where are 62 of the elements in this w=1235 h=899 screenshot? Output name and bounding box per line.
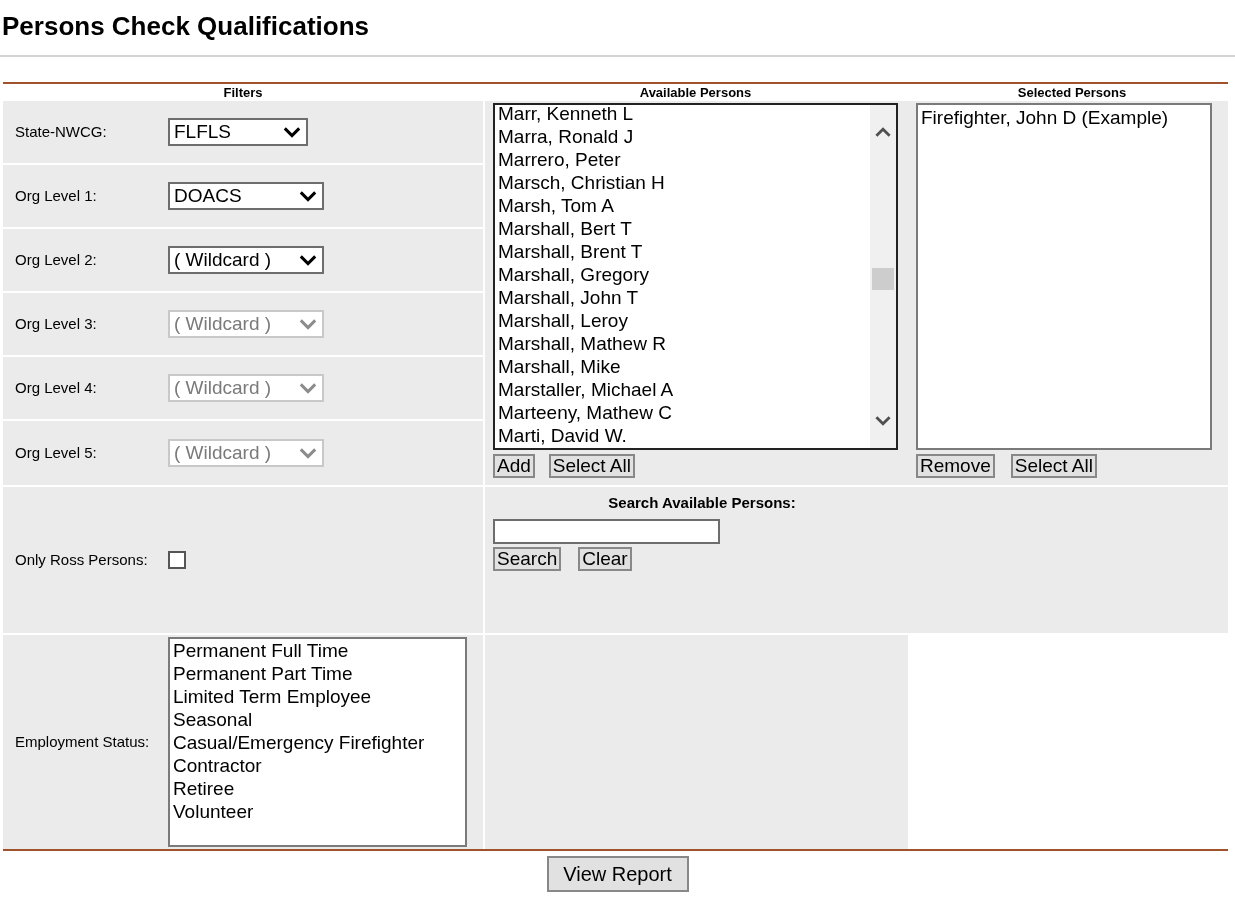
list-item[interactable]: Permanent Part Time — [173, 662, 465, 685]
list-item[interactable]: Marshall, Gregory — [498, 263, 870, 286]
list-item[interactable]: Marteeny, Mathew C — [498, 401, 870, 424]
list-item[interactable]: Marra, Ronald J — [498, 125, 870, 148]
list-item[interactable]: Contractor — [173, 754, 465, 777]
list-item[interactable]: Marstaller, Michael A — [498, 378, 870, 401]
listbox-label: Employment Status: — [14, 731, 151, 752]
chevron-down-icon — [282, 126, 302, 138]
list-item[interactable]: Marshall, Leroy — [498, 309, 870, 332]
view-report-button[interactable]: View Report — [546, 856, 689, 892]
selected-persons-listbox[interactable]: Firefighter, John D (Example) — [916, 103, 1212, 450]
page-title: Persons Check Qualifications — [1, 10, 370, 43]
list-item[interactable]: Marsch, Christian H — [498, 171, 870, 194]
list-item[interactable]: Marshall, Brent T — [498, 240, 870, 263]
list-item[interactable]: Marshall, Bert T — [498, 217, 870, 240]
list-item[interactable]: Marshall, Mathew R — [498, 332, 870, 355]
search-label: Search Available Persons: — [608, 494, 796, 511]
filter-label: Org Level 3: — [14, 313, 98, 334]
checkbox-label: Only Ross Persons: — [14, 549, 149, 570]
list-item[interactable]: Permanent Full Time — [173, 639, 465, 662]
list-item[interactable]: Marshall, Mike — [498, 355, 870, 378]
list-item[interactable]: Firefighter, John D (Example) — [921, 106, 1210, 129]
dropdown[interactable]: FLFLS — [168, 118, 308, 146]
chevron-down-icon — [298, 318, 318, 330]
chevron-down-icon — [874, 415, 892, 426]
dropdown[interactable]: ( Wildcard ) — [168, 246, 324, 274]
list-item[interactable]: Marsh, Tom A — [498, 194, 870, 217]
list-item[interactable]: Marr, Kenneth L — [498, 105, 870, 125]
column-heading: Selected Persons — [1017, 85, 1127, 100]
list-item[interactable]: Casual/Emergency Firefighter — [173, 731, 465, 754]
filter-label: Org Level 5: — [14, 442, 98, 463]
list-item[interactable]: Marti, David W. — [498, 424, 870, 447]
list-item[interactable]: Volunteer — [173, 800, 465, 823]
list-item[interactable]: Seasonal — [173, 708, 465, 731]
dropdown[interactable]: DOACS — [168, 182, 324, 210]
search-field[interactable] — [493, 519, 720, 544]
list-item[interactable]: Marrero, Peter — [498, 148, 870, 171]
list-button[interactable]: Clear — [578, 547, 632, 571]
chevron-down-icon — [298, 254, 318, 266]
chevron-down-icon — [298, 190, 318, 202]
scrollbar-thumb[interactable] — [872, 268, 894, 290]
list-button[interactable]: Select All — [548, 454, 635, 478]
list-button[interactable]: Select All — [1010, 454, 1097, 478]
scrollbar[interactable] — [870, 105, 896, 448]
chevron-down-icon — [298, 447, 318, 459]
list-button[interactable]: Remove — [916, 454, 995, 478]
chevron-up-icon — [874, 127, 892, 138]
filter-label: Org Level 2: — [14, 249, 98, 270]
filter-label: Org Level 1: — [14, 185, 98, 206]
checkbox[interactable] — [168, 551, 186, 569]
list-button[interactable]: Search — [493, 547, 562, 571]
column-heading: Available Persons — [639, 85, 752, 100]
list-button[interactable]: Add — [493, 454, 535, 478]
list-item[interactable]: Marshall, John T — [498, 286, 870, 309]
chevron-down-icon — [298, 382, 318, 394]
employment-status-listbox[interactable]: Permanent Full Time Permanent Part Time Limited Term Employee Seasonal Casual/Emergency Firefighter Contractor Retiree Volunteer — [168, 637, 467, 847]
filter-label: Org Level 4: — [14, 377, 98, 398]
list-item[interactable]: Limited Term Employee — [173, 685, 465, 708]
list-item[interactable]: Retiree — [173, 777, 465, 800]
filter-label: State-NWCG: — [14, 121, 108, 142]
column-heading: Filters — [223, 85, 263, 100]
available-persons-listbox[interactable] — [493, 103, 898, 450]
